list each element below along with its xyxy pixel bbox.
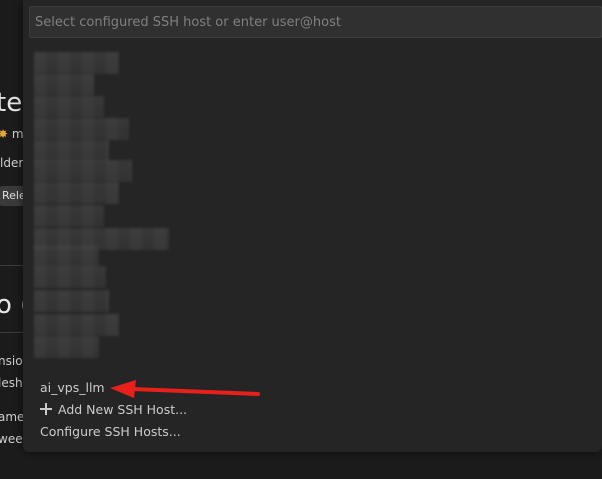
redacted-host-row[interactable] [34, 245, 99, 267]
background-divider [0, 265, 24, 266]
background-title-fragment: te [0, 88, 23, 118]
redacted-host-row[interactable] [34, 336, 99, 358]
background-row-fragment: ame [0, 410, 25, 424]
redacted-host-row[interactable] [34, 96, 104, 118]
redacted-host-row[interactable] [34, 52, 119, 74]
redacted-host-row[interactable] [34, 266, 106, 288]
background-divider [0, 332, 24, 333]
redacted-host-row[interactable] [34, 314, 119, 336]
redacted-host-row[interactable] [34, 160, 132, 182]
background-row-fragment: wee [0, 432, 23, 446]
background-row-fragment: nsio [0, 354, 23, 368]
arrow-shaft [130, 387, 260, 396]
red-arrow-annotation [110, 380, 260, 398]
redacted-host-row[interactable] [34, 74, 94, 96]
redacted-host-row[interactable] [34, 290, 109, 312]
redacted-host-row[interactable] [34, 118, 129, 140]
ssh-host-item[interactable]: ai_vps_llm [40, 377, 105, 399]
redacted-host-row[interactable] [34, 182, 119, 204]
arrow-head [110, 380, 136, 398]
plus-icon [40, 403, 52, 415]
ssh-host-input[interactable] [29, 6, 602, 38]
redacted-host-row[interactable] [34, 140, 109, 162]
verified-icon: ✸ [0, 127, 9, 141]
configure-ssh-hosts-item[interactable]: Configure SSH Hosts... [40, 421, 181, 443]
background-row-fragment: lesh [0, 376, 23, 390]
redacted-host-row[interactable] [34, 205, 104, 227]
background-line-fragment: lder [0, 156, 24, 170]
